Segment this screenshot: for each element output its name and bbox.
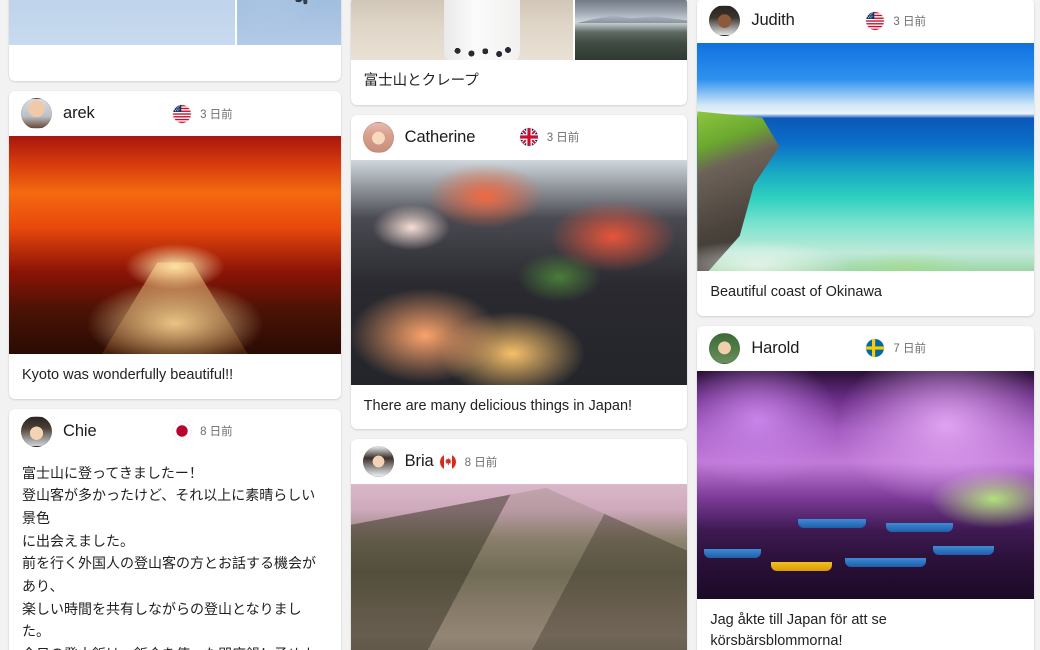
post-header: Catherine 3 日前 (351, 115, 688, 160)
gb-flag-icon (519, 128, 538, 147)
post-meta: 3 日前 (173, 104, 233, 123)
post-card-fuji-crepe[interactable]: 富士山とクレープ (350, 0, 688, 105)
avatar[interactable] (362, 121, 394, 153)
photo-feed: arek 3 日前 Kyoto was wonderfully beautifu… (0, 0, 1040, 650)
se-flag-icon (866, 339, 885, 358)
post-media-image[interactable] (350, 159, 688, 385)
post-caption: 富士山とクレープ (363, 73, 479, 89)
post-media-split[interactable] (350, 0, 688, 60)
post-media-split[interactable] (9, 0, 341, 45)
feed-column-1: arek 3 日前 Kyoto was wonderfully beautifu… (0, 0, 347, 650)
post-author-name[interactable]: arek (63, 104, 95, 123)
avatar[interactable] (709, 332, 741, 364)
post-author-name[interactable]: Catherine (405, 128, 476, 147)
post-card-harold[interactable]: Harold 7 日前 Jag åkte till Japan för att … (697, 325, 1034, 650)
us-flag-icon (173, 104, 192, 123)
media-thumb-mount-fuji-lake[interactable] (572, 0, 688, 60)
avatar[interactable] (362, 446, 394, 478)
post-meta: 3 日前 (519, 128, 580, 147)
post-media-image[interactable] (9, 136, 341, 354)
post-timestamp: 8 日前 (464, 456, 498, 469)
us-flag-icon (866, 11, 885, 30)
post-header: Chie 8 日前 (9, 409, 341, 454)
post-card-bria[interactable]: Bria 8 日前 (350, 439, 688, 650)
post-timestamp: 3 日前 (546, 132, 580, 145)
media-thumb-bubble-tea[interactable] (350, 0, 573, 60)
post-media-image[interactable] (350, 484, 688, 650)
boat-shape (771, 562, 832, 572)
ca-flag-icon (439, 453, 456, 470)
boat-shape (845, 557, 927, 567)
boat-shape (885, 523, 954, 533)
cup-shape (443, 0, 520, 60)
post-author-name[interactable]: Chie (63, 422, 97, 441)
post-caption (9, 45, 341, 81)
post-timestamp: 7 日前 (893, 343, 926, 356)
post-card-catherine[interactable]: Catherine 3 日前 There are many delicious … (350, 114, 688, 430)
boat-shape (798, 518, 866, 528)
post-author-name[interactable]: Harold (751, 339, 799, 358)
post-meta: 8 日前 (173, 422, 233, 441)
post-timestamp: 3 日前 (893, 15, 926, 28)
post-header: arek 3 日前 (9, 91, 341, 136)
post-author-name[interactable]: Bria (405, 452, 434, 471)
post-media-image[interactable] (697, 370, 1034, 599)
jet-shape (294, 0, 317, 2)
boat-shape (704, 548, 762, 558)
post-timestamp: 3 日前 (200, 108, 233, 121)
post-meta: 7 日前 (866, 339, 926, 358)
post-media-image[interactable] (697, 43, 1034, 271)
media-thumb-sky[interactable] (9, 0, 235, 45)
post-header: Judith 3 日前 (697, 0, 1034, 43)
post-caption: Jag åkte till Japan för att se körsbärsb… (710, 611, 887, 650)
jp-flag-icon (173, 422, 192, 441)
feed-column-2: 富士山とクレープ Catherine 3 日前 There are many d… (347, 0, 694, 650)
feed-column-3: Judith 3 日前 Beautiful coast of Okinawa H… (693, 0, 1040, 650)
post-caption: Kyoto was wonderfully beautiful!! (22, 367, 234, 383)
media-thumb-fighter-jets[interactable] (234, 0, 341, 45)
avatar[interactable] (709, 5, 741, 36)
post-caption: Beautiful coast of Okinawa (710, 284, 882, 300)
post-author-name[interactable]: Judith (751, 11, 795, 30)
boat-shape (932, 546, 994, 556)
post-card-judith[interactable]: Judith 3 日前 Beautiful coast of Okinawa (697, 0, 1034, 316)
post-card-chie[interactable]: Chie 8 日前 富士山に登ってきましたー！ 登山客が多かったけど、それ以上に… (9, 408, 341, 650)
post-caption: There are many delicious things in Japan… (363, 397, 633, 414)
post-timestamp: 8 日前 (200, 426, 233, 439)
post-header: Harold 7 日前 (697, 326, 1034, 371)
post-card-arek[interactable]: arek 3 日前 Kyoto was wonderfully beautifu… (9, 91, 341, 399)
post-caption: 富士山に登ってきましたー！ 登山客が多かったけど、それ以上に素晴らしい景色 に出… (22, 464, 316, 650)
post-meta: 3 日前 (866, 11, 926, 30)
post-header: Bria 8 日前 (351, 439, 688, 484)
post-card-sky-jets[interactable] (9, 0, 341, 81)
post-meta: 8 日前 (439, 453, 498, 470)
avatar[interactable] (21, 415, 52, 447)
avatar[interactable] (21, 98, 52, 129)
